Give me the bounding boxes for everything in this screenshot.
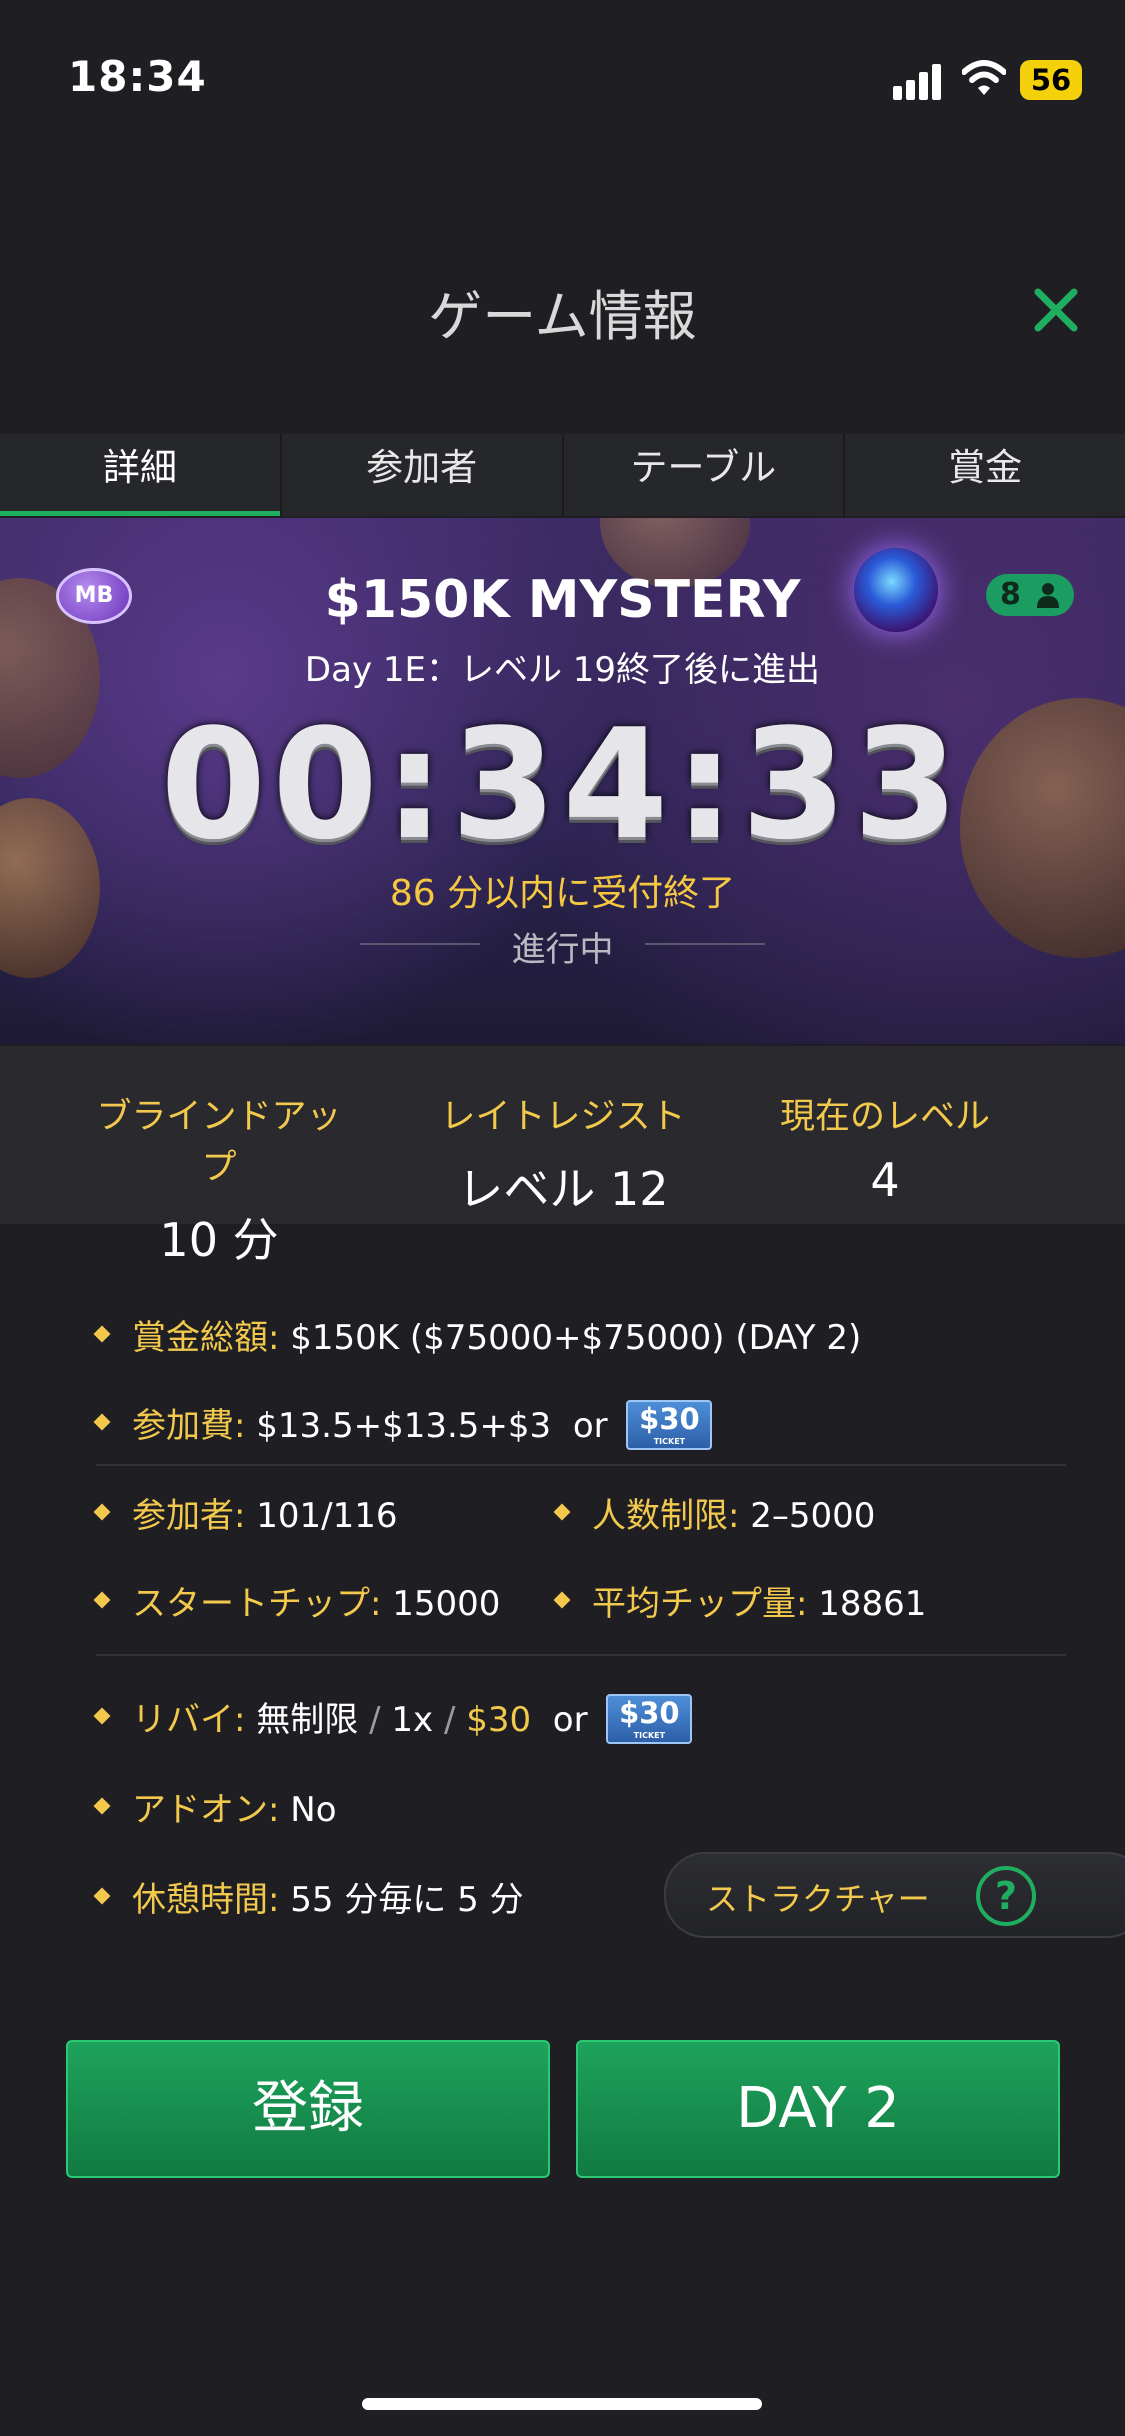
addon-row: アドオン: No bbox=[93, 1782, 337, 1831]
bullet-icon bbox=[93, 1707, 111, 1724]
divider bbox=[96, 1654, 1066, 1656]
tab-prizes[interactable]: 賞金 bbox=[845, 434, 1125, 516]
tab-tables[interactable]: テーブル bbox=[564, 434, 846, 516]
close-button[interactable] bbox=[1028, 282, 1084, 338]
bullet-icon bbox=[93, 1591, 111, 1608]
rebuy-limit: 無制限 bbox=[256, 1700, 359, 1740]
player-count-badge: 8 bbox=[986, 574, 1074, 616]
wifi-icon bbox=[961, 58, 1007, 98]
stat-value: レベル 12 bbox=[457, 1162, 669, 1216]
day2-button[interactable]: DAY 2 bbox=[576, 2040, 1060, 2178]
info-value: 2–5000 bbox=[750, 1496, 876, 1536]
info-key: 参加者: bbox=[132, 1496, 246, 1536]
rebuy-cost: $30 bbox=[466, 1700, 532, 1740]
bullet-icon bbox=[93, 1887, 111, 1904]
average-chips-row: 平均チップ量: 18861 bbox=[553, 1576, 927, 1625]
info-value: $13.5+$13.5+$3 bbox=[256, 1406, 552, 1446]
slash: / bbox=[369, 1700, 381, 1740]
info-key: リバイ: bbox=[132, 1700, 246, 1740]
info-value: 18861 bbox=[818, 1584, 927, 1624]
stat-late-registration: レイトレジスト レベル 12 bbox=[418, 1088, 708, 1219]
info-key: 参加費: bbox=[132, 1406, 246, 1446]
rebuy-count: 1x bbox=[391, 1700, 434, 1740]
info-key: 賞金総額: bbox=[132, 1318, 280, 1358]
page-title: ゲーム情報 bbox=[428, 285, 697, 348]
ticket-label: TICKET bbox=[633, 1730, 666, 1740]
close-icon bbox=[1034, 288, 1078, 332]
buy-in-row: 参加費: $13.5+$13.5+$3 or $30 TICKET bbox=[93, 1398, 713, 1453]
info-key: 休憩時間: bbox=[132, 1880, 280, 1920]
entrants-row: 参加者: 101/116 bbox=[93, 1488, 398, 1537]
battery-icon: 56 bbox=[1020, 60, 1082, 100]
info-value: 55 分毎に 5 分 bbox=[290, 1880, 524, 1920]
bullet-icon bbox=[93, 1325, 111, 1342]
bullet-icon bbox=[553, 1503, 571, 1520]
starting-chips-row: スタートチップ: 15000 bbox=[93, 1576, 501, 1625]
ticket-icon: $30 TICKET bbox=[606, 1693, 693, 1744]
stats-bar: ブラインドアップ 10 分 レイトレジスト レベル 12 現在のレベル 4 bbox=[0, 1046, 1125, 1267]
or-text: or bbox=[552, 1700, 588, 1740]
ticket-label: TICKET bbox=[653, 1436, 686, 1446]
registration-close-text: 86 分以内に受付終了 bbox=[389, 873, 736, 914]
info-key: 人数制限: bbox=[592, 1496, 740, 1536]
cellular-signal-icon bbox=[893, 60, 945, 100]
structure-button[interactable]: ストラクチャー ? bbox=[664, 1852, 1125, 1938]
rebuy-row: リバイ: 無制限 / 1x / $30 or $30 TICKET bbox=[93, 1692, 693, 1747]
tournament-status: 進行中 bbox=[511, 930, 614, 970]
info-value: No bbox=[290, 1790, 337, 1830]
stat-label: ブラインドアップ bbox=[96, 1097, 342, 1188]
ticket-icon: $30 TICKET bbox=[626, 1399, 713, 1450]
advance-info: Day 1E：レベル 19終了後に進出 bbox=[304, 650, 821, 690]
break-row: 休憩時間: 55 分毎に 5 分 bbox=[93, 1872, 524, 1921]
stat-blind-up: ブラインドアップ 10 分 bbox=[84, 1088, 354, 1270]
tab-bar: 詳細 参加者 テーブル 賞金 bbox=[0, 434, 1125, 516]
player-limit-row: 人数制限: 2–5000 bbox=[553, 1488, 876, 1537]
prize-pool-row: 賞金総額: $150K ($75000+$75000) (DAY 2) bbox=[93, 1310, 862, 1359]
or-text: or bbox=[572, 1406, 608, 1446]
bullet-icon bbox=[93, 1503, 111, 1520]
stat-value: 10 分 bbox=[159, 1213, 279, 1267]
stat-value: 4 bbox=[870, 1153, 900, 1207]
stat-label: 現在のレベル bbox=[779, 1097, 990, 1137]
register-button[interactable]: 登録 bbox=[66, 2040, 550, 2178]
mystery-orb-icon bbox=[854, 548, 938, 632]
tournament-banner: MB $150K MYSTERY 8 Day 1E：レベル 19終了後に進出 0… bbox=[0, 518, 1125, 1044]
info-value: $150K ($75000+$75000) (DAY 2) bbox=[290, 1318, 862, 1358]
slash: / bbox=[443, 1700, 456, 1740]
bullet-icon bbox=[93, 1413, 111, 1430]
home-indicator[interactable] bbox=[362, 2398, 762, 2410]
stat-current-level: 現在のレベル 4 bbox=[760, 1088, 1010, 1207]
person-icon bbox=[1037, 583, 1059, 608]
info-key: アドオン: bbox=[132, 1790, 280, 1830]
divider bbox=[96, 1464, 1066, 1466]
status-time: 18:34 bbox=[68, 52, 207, 101]
countdown-timer: 00:34:33 bbox=[160, 696, 965, 873]
bullet-icon bbox=[93, 1797, 111, 1814]
tournament-title: $150K MYSTERY bbox=[324, 570, 801, 630]
info-value: 101/116 bbox=[256, 1496, 398, 1536]
help-icon[interactable]: ? bbox=[976, 1866, 1036, 1926]
ticket-value: $30 bbox=[619, 1695, 680, 1730]
info-value: 15000 bbox=[392, 1584, 501, 1624]
structure-label: ストラクチャー bbox=[706, 1880, 930, 1918]
info-key: 平均チップ量: bbox=[592, 1584, 808, 1624]
info-key: スタートチップ: bbox=[132, 1584, 382, 1624]
stat-label: レイトレジスト bbox=[440, 1097, 686, 1137]
ticket-value: $30 bbox=[639, 1401, 700, 1436]
bullet-icon bbox=[553, 1591, 571, 1608]
player-count: 8 bbox=[1000, 577, 1021, 612]
tab-entrants[interactable]: 参加者 bbox=[282, 434, 564, 516]
tab-details[interactable]: 詳細 bbox=[0, 434, 282, 516]
